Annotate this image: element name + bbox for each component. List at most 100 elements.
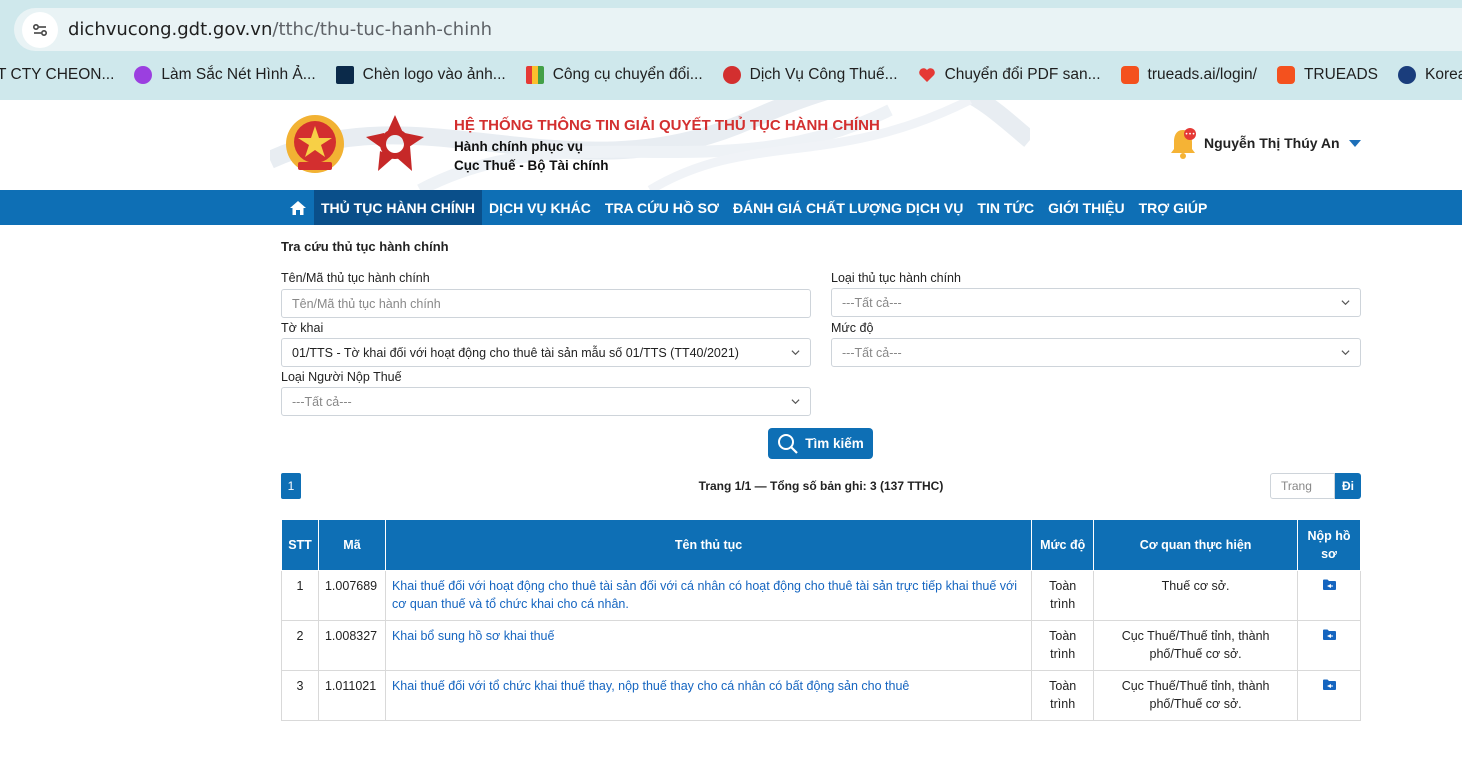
bookmark-label: Chèn logo vào ảnh... [362,66,506,83]
nav-item-thu-tuc-hanh-chinh[interactable]: THỦ TỤC HÀNH CHÍNH [314,190,482,225]
search-button[interactable]: Tìm kiếm [768,428,873,459]
bookmark-label: Chuyển đổi PDF san... [944,66,1101,83]
url-path: /tthc/thu-tuc-hanh-chinh [272,19,493,40]
url-domain: dichvucong.gdt.gov.vn [68,19,273,40]
nav-item-tin-tuc[interactable]: TIN TỨC [970,190,1041,225]
cell-co-quan: Thuế cơ sở. [1093,570,1298,621]
chevron-down-icon [1341,300,1350,306]
cell-ma: 1.011021 [317,670,386,721]
site-subtitle: Hành chính phục vụ [454,139,584,154]
user-menu[interactable]: ••• Nguyễn Thị Thúy An [1168,126,1361,160]
procedure-link[interactable]: Khai thuế đối với hoạt động cho thuê tài… [384,570,1033,621]
home-icon [289,200,306,215]
pagination-info: Trang 1/1 — Tổng số bản ghi: 3 (137 TTHC… [698,479,944,493]
name-label: Tên/Mã thủ tục hành chính [281,271,430,285]
col-header-nop-ho-so: Nộp hồ sơ [1297,519,1361,571]
address-bar[interactable]: dichvucong.gdt.gov.vn/tthc/thu-tuc-hanh-… [14,8,1462,51]
taxpayer-type-select[interactable]: ---Tất cả--- [281,387,811,416]
table-row: 2 1.008327 Khai bổ sung hồ sơ khai thuế … [281,620,1361,671]
bookmark-label: Làm Sắc Nét Hình Ả... [161,66,316,83]
submit-folder-icon[interactable] [1322,579,1336,590]
col-header-muc-do: Mức độ [1031,519,1095,571]
url-text[interactable]: dichvucong.gdt.gov.vn/tthc/thu-tuc-hanh-… [68,19,492,40]
bookmark-label: TRUEADS [1303,66,1379,83]
cell-stt: 3 [281,670,319,721]
col-header-co-quan: Cơ quan thực hiện [1093,519,1298,571]
procedure-link[interactable]: Khai thuế đối với tổ chức khai thuế thay… [384,670,1033,721]
bookmark-item[interactable]: Làm Sắc Nét Hình Ả... [134,66,335,84]
nav-item-danh-gia[interactable]: ĐÁNH GIÁ CHẤT LƯỢNG DỊCH VỤ [726,190,970,225]
goto-page-button[interactable]: Đi [1335,473,1361,499]
search-icon [778,433,799,454]
col-header-ten: Tên thủ tục [384,519,1033,571]
nav-home[interactable] [281,190,314,225]
trueads-icon [1120,66,1139,84]
site-info-icon[interactable] [22,12,58,48]
procedure-name-input[interactable]: Tên/Mã thủ tục hành chính [281,289,811,318]
grid-icon [525,66,544,84]
cell-ma: 1.008327 [317,620,386,671]
picsart-icon [134,66,153,84]
user-name[interactable]: Nguyễn Thị Thúy An [1204,135,1340,151]
form-label: Tờ khai [281,321,324,335]
bookmark-item[interactable]: Chèn logo vào ảnh... [335,66,526,84]
type-label: Loại thủ tục hành chính [831,271,961,285]
level-select[interactable]: ---Tất cả--- [831,338,1361,367]
bookmark-item[interactable]: trueads.ai/login/ [1120,66,1277,84]
bookmark-item[interactable]: Dịch Vụ Công Thuế... [722,66,918,84]
col-header-stt: STT [281,519,319,571]
goto-page-input[interactable]: Trang [1270,473,1335,499]
payer-label: Loại Người Nộp Thuế [281,370,402,384]
submit-folder-icon[interactable] [1322,679,1336,690]
bookmark-item[interactable]: TRUEADS [1276,66,1398,84]
col-header-ma: Mã [317,519,386,571]
goto-page-placeholder: Trang [1281,479,1312,493]
submit-folder-icon[interactable] [1322,629,1336,640]
psd-icon [335,66,354,84]
chevron-down-icon [1341,350,1350,356]
bookmark-item[interactable]: Chuyển đổi PDF san... [918,66,1121,84]
procedure-name-placeholder: Tên/Mã thủ tục hành chính [292,296,441,311]
koreanair-icon [1398,66,1417,84]
cell-co-quan: Cục Thuế/Thuế tỉnh, thành phố/Thuế cơ sở… [1093,670,1298,721]
cell-muc-do: Toàn trình [1031,670,1095,721]
site-title: HỆ THỐNG THÔNG TIN GIẢI QUYẾT THỦ TỤC HÀ… [454,117,880,134]
table-header-row: STT Mã Tên thủ tục Mức độ Cơ quan thực h… [281,519,1361,571]
notification-bell-icon[interactable]: ••• [1168,126,1198,160]
caret-down-icon[interactable] [1348,139,1361,147]
svg-text:•••: ••• [1185,131,1196,138]
search-button-label: Tìm kiếm [805,436,864,451]
bookmark-item[interactable]: Korean Air [1398,66,1462,84]
chevron-down-icon [791,399,800,405]
tax-form-value: 01/TTS - Tờ khai đối với hoạt động cho t… [292,345,739,360]
bookmark-item[interactable]: T CTY CHEON... [0,66,134,84]
tax-agency-logo-icon [366,115,424,171]
browser-chrome: dichvucong.gdt.gov.vn/tthc/thu-tuc-hanh-… [0,0,1462,100]
site-agency: Cục Thuế - Bộ Tài chính [454,158,609,173]
procedures-table: STT Mã Tên thủ tục Mức độ Cơ quan thực h… [281,519,1361,721]
table-row: 3 1.011021 Khai thuế đối với tổ chức kha… [281,670,1361,721]
bookmark-item[interactable]: Công cụ chuyển đổi... [525,66,723,84]
tax-form-select[interactable]: 01/TTS - Tờ khai đối với hoạt động cho t… [281,338,811,367]
cell-submit [1297,670,1361,721]
cell-co-quan: Cục Thuế/Thuế tỉnh, thành phố/Thuế cơ sở… [1093,620,1298,671]
procedure-type-value: ---Tất cả--- [842,295,902,310]
emblem-icon [722,66,741,84]
heart-icon [918,66,936,84]
cell-ma: 1.007689 [317,570,386,621]
bookmark-label: trueads.ai/login/ [1147,66,1257,83]
page-number-button[interactable]: 1 [281,473,301,499]
nav-item-tro-giup[interactable]: TRỢ GIÚP [1132,190,1215,225]
procedure-type-select[interactable]: ---Tất cả--- [831,288,1361,317]
taxpayer-type-value: ---Tất cả--- [292,394,352,409]
section-title: Tra cứu thủ tục hành chính [281,239,449,254]
nav-item-gioi-thieu[interactable]: GIỚI THIỆU [1041,190,1132,225]
nav-item-tra-cuu-ho-so[interactable]: TRA CỨU HỒ SƠ [598,190,726,225]
cell-stt: 2 [281,620,319,671]
cell-submit [1297,570,1361,621]
cell-muc-do: Toàn trình [1031,570,1095,621]
nav-item-dich-vu-khac[interactable]: DỊCH VỤ KHÁC [482,190,598,225]
cell-muc-do: Toàn trình [1031,620,1095,671]
procedure-link[interactable]: Khai bổ sung hồ sơ khai thuế [384,620,1033,671]
chevron-down-icon [791,350,800,356]
